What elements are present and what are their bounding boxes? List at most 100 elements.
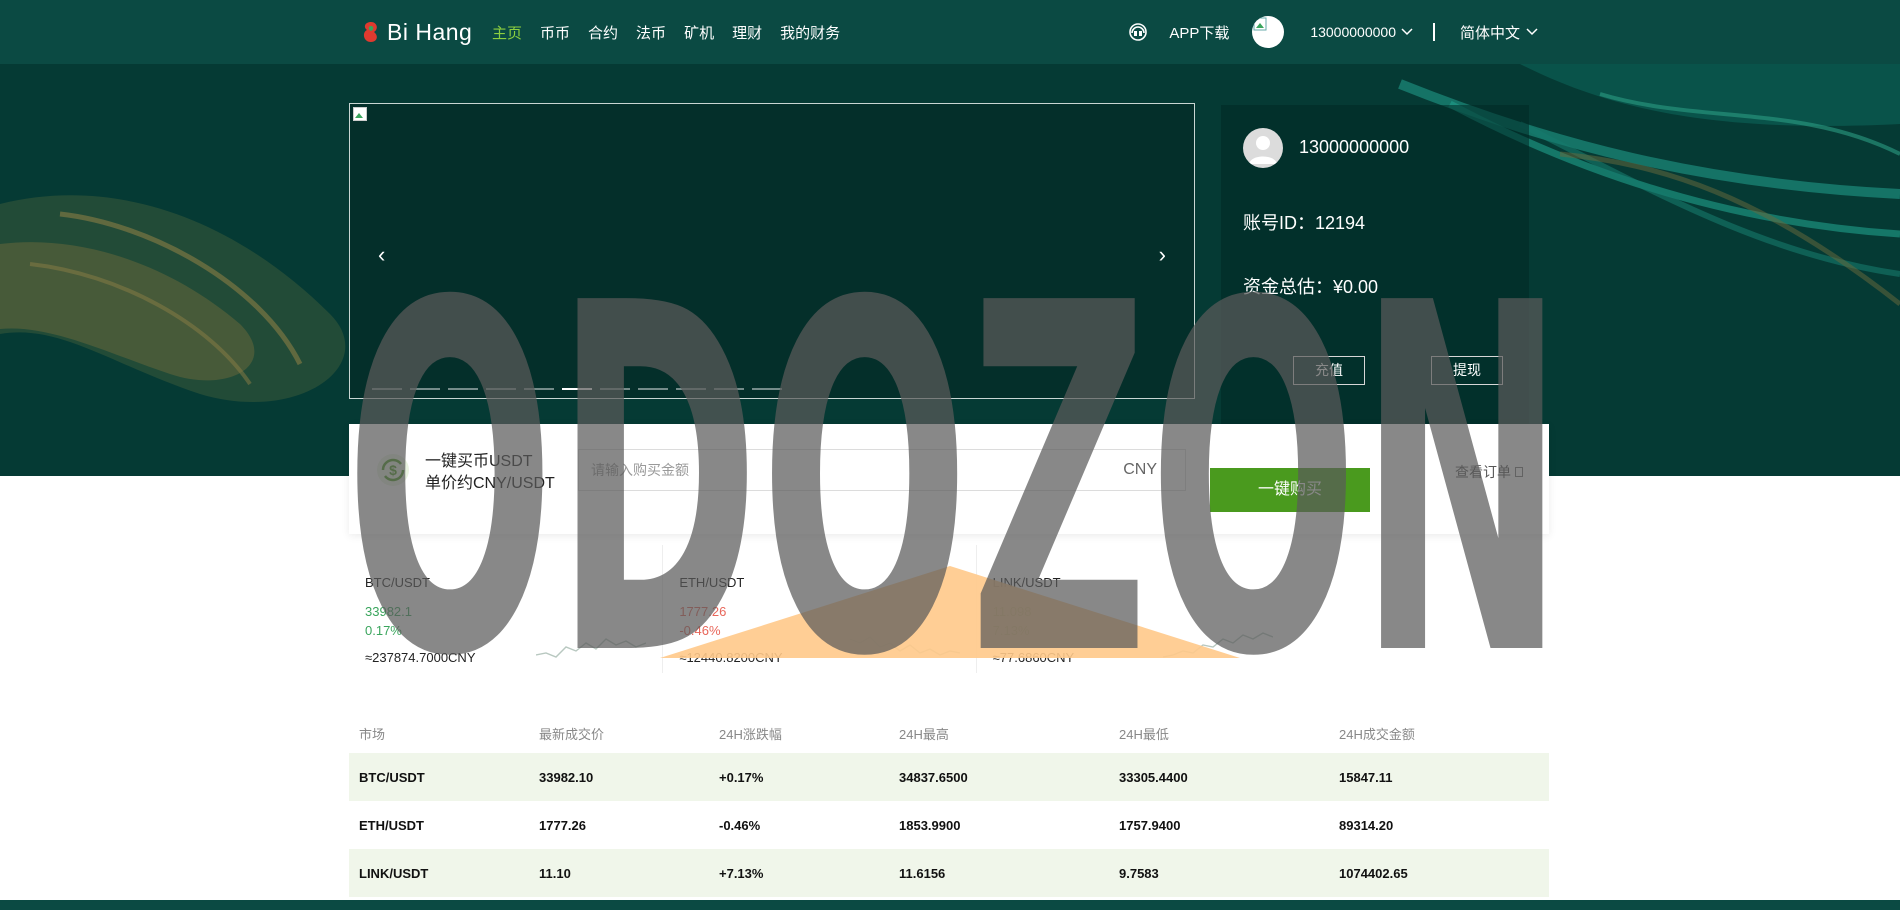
carousel-dot[interactable] [524,388,554,390]
cell-low: 1757.9400 [1119,817,1181,833]
column-header-volume: 24H成交金额 [1339,726,1415,742]
view-orders-label: 查看订单 [1455,464,1511,480]
nav-link-contract[interactable]: 合约 [588,22,618,43]
nav-avatar[interactable] [1252,16,1285,48]
cell-volume: 1074402.65 [1339,865,1408,881]
carousel-dot[interactable] [372,388,402,390]
nav-link-mining[interactable]: 矿机 [684,22,714,43]
headset-icon[interactable] [1127,21,1149,43]
user-name: 13000000000 [1299,137,1410,157]
broken-image-icon [1253,17,1267,31]
one-click-buy-button[interactable]: 一键购买 [1210,468,1370,512]
cell-high: 1853.9900 [899,817,961,833]
amount-field: CNY [578,449,1186,491]
ticker-price: 1777.26 [679,604,727,619]
carousel-next-button[interactable]: › [1159,244,1166,266]
carousel-dot[interactable] [676,388,706,390]
carousel-dot[interactable] [486,388,516,390]
ticker-pair: BTC/USDT [365,575,430,590]
cell-last-price: 11.10 [539,865,571,881]
column-header-change: 24H涨跌幅 [719,726,782,742]
cell-change: +0.17% [719,769,764,785]
cell-low: 33305.4400 [1119,769,1188,785]
cell-volume: 15847.11 [1339,769,1393,785]
ticker-cards: BTC/USDT 33982.1 0.17% ≈237874.7000CNY E… [349,545,1289,673]
chevron-down-icon [1526,28,1538,36]
cell-last-price: 33982.10 [539,769,594,785]
nav-link-home[interactable]: 主页 [492,22,522,43]
chevron-down-icon [1401,28,1413,36]
quick-buy-title-line2: 单价约CNY/USDT [425,475,555,492]
user-summary-card: 13000000000 账号ID：12194 资金总估：¥0.00 充值 提现 [1221,105,1529,425]
quick-buy-title: 一键买币USDT 单价约CNY/USDT [425,451,555,495]
user-menu[interactable]: 13000000000 [1310,24,1413,40]
carousel-dot[interactable] [714,388,744,390]
column-header-high: 24H最高 [899,726,949,742]
ticker-pair: LINK/USDT [992,575,1061,590]
cell-high: 11.6156 [899,865,946,881]
ticker-price: 11.098 [992,604,1032,619]
view-orders-link[interactable]: 查看订单 [1455,462,1523,482]
broken-image-icon [353,107,367,121]
ticker-card-eth[interactable]: ETH/USDT 1777.26 -0.46% ≈12440.8200CNY [662,545,975,673]
withdraw-button[interactable]: 提现 [1431,356,1503,385]
nav-right: APP下载 13000000000 简体中文 [1127,14,1538,50]
language-selector[interactable]: 简体中文 [1460,22,1538,43]
language-label: 简体中文 [1459,24,1520,42]
table-row[interactable]: LINK/USDT 11.10 +7.13% 11.6156 9.7583 10… [349,849,1549,897]
account-id: 账号ID：12194 [1243,213,1366,233]
ticker-card-btc[interactable]: BTC/USDT 33982.1 0.17% ≈237874.7000CNY [349,545,662,673]
logo-icon [363,22,377,42]
cell-market: BTC/USDT [359,769,425,785]
carousel-dot[interactable] [562,388,592,390]
cell-change: +7.13% [719,865,764,881]
user-menu-label: 13000000000 [1310,24,1396,40]
dollar-exchange-icon: $ [377,454,409,486]
amount-unit: CNY [1123,461,1157,478]
chevron-right-icon [1515,467,1523,477]
carousel-pagination [372,388,782,390]
column-header-low: 24H最低 [1119,726,1169,742]
amount-input[interactable] [579,450,1079,490]
ticker-price: 33982.1 [365,604,412,619]
quick-buy-panel: $ 一键买币USDT 单价约CNY/USDT CNY 一键购买 查看订单 [349,424,1549,534]
ticker-pair: ETH/USDT [679,575,745,590]
carousel-dot[interactable] [638,388,668,390]
carousel-dot[interactable] [410,388,440,390]
carousel-prev-button[interactable]: ‹ [378,244,385,266]
ticker-card-link[interactable]: LINK/USDT 11.098 7.13% ≈77.6860CNY [975,545,1289,673]
table-row[interactable]: ETH/USDT 1777.26 -0.46% 1853.9900 1757.9… [349,801,1549,849]
sparkline-chart [536,638,647,658]
user-icon [1249,136,1277,164]
column-header-last-price: 最新成交价 [539,726,605,742]
carousel-dot[interactable] [752,388,782,390]
column-header-market: 市场 [359,726,386,742]
avatar [1243,128,1283,168]
cell-market: LINK/USDT [359,865,429,881]
table-header: 市场 最新成交价 24H涨跌幅 24H最高 24H最低 24H成交金额 [349,713,1549,753]
table-row[interactable]: BTC/USDT 33982.10 +0.17% 34837.6500 3330… [349,753,1549,801]
main-nav: 主页 币币 合约 法币 矿机 理财 我的财务 [492,22,858,43]
deposit-button[interactable]: 充值 [1293,356,1365,385]
quick-buy-title-line1: 一键买币USDT [425,453,533,470]
cell-last-price: 1777.26 [539,817,586,833]
cell-change: -0.46% [719,817,761,833]
carousel-dot[interactable] [600,388,630,390]
nav-link-spot[interactable]: 币币 [540,22,570,43]
cell-high: 34837.6500 [899,769,968,785]
cell-low: 9.7583 [1119,865,1159,881]
cell-market: ETH/USDT [359,817,424,833]
nav-link-my-finance[interactable]: 我的财务 [780,22,840,43]
carousel-dot[interactable] [448,388,478,390]
nav-divider [1432,23,1435,41]
hero-section: ‹ › 13000000000 账号ID：12194 资金总估：¥0.00 充值… [0,64,1900,476]
top-navbar: Bi Hang 主页 币币 合约 法币 矿机 理财 我的财务 APP下载 130… [0,0,1900,64]
banner-carousel[interactable]: ‹ › [349,103,1195,399]
sparkline-chart [849,636,960,656]
total-assets: 资金总估：¥0.00 [1243,277,1379,297]
nav-link-fiat[interactable]: 法币 [636,22,666,43]
svg-text:$: $ [389,462,397,478]
nav-link-finance[interactable]: 理财 [732,22,762,43]
logo[interactable]: Bi Hang [361,18,472,46]
app-download-link[interactable]: APP下载 [1169,22,1229,43]
